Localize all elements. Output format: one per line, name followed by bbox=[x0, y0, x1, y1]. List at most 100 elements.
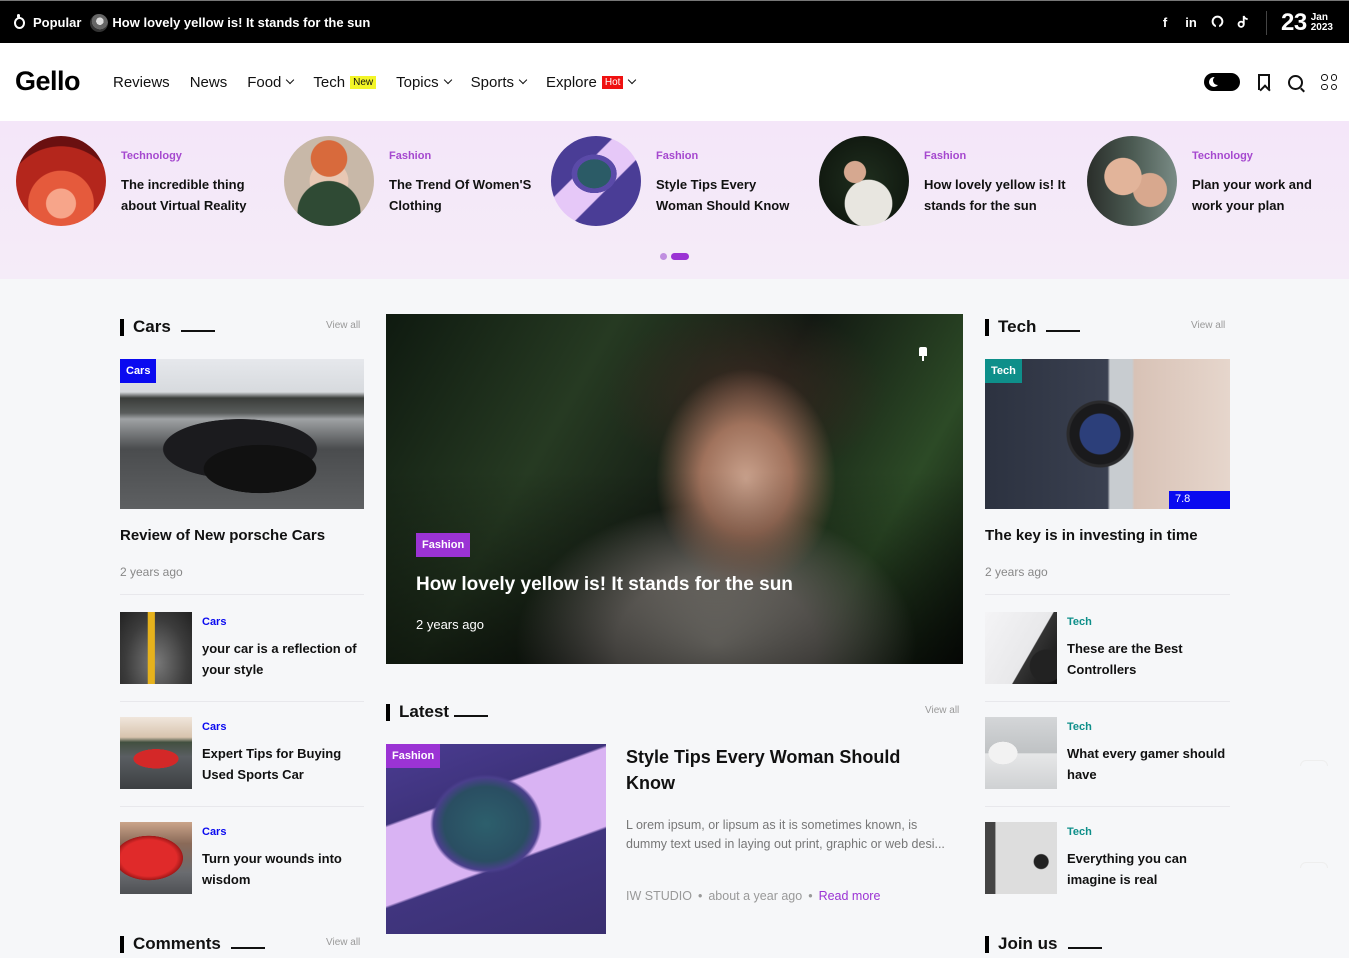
item-category[interactable]: Tech bbox=[1067, 826, 1227, 838]
section-title: Latest bbox=[399, 702, 450, 721]
popular-ticker[interactable]: Popular How lovely yellow is! It stands … bbox=[14, 1, 370, 44]
latest-tag[interactable]: Fashion bbox=[386, 744, 441, 768]
menu-item-topics[interactable]: Topics bbox=[396, 74, 452, 91]
cars-section-header: Cars bbox=[120, 317, 215, 337]
item-thumbnail bbox=[985, 822, 1057, 894]
bookmark-icon[interactable] bbox=[1258, 74, 1270, 90]
section-underline bbox=[1046, 330, 1081, 332]
new-badge: New bbox=[350, 75, 377, 89]
slide-thumbnail bbox=[819, 136, 909, 226]
divider bbox=[120, 594, 364, 595]
faint-scroll-indicator bbox=[1300, 862, 1328, 868]
cars-list-item[interactable]: Cars Expert Tips for Buying Used Sports C… bbox=[120, 717, 362, 789]
tech-featured-time: 2 years ago bbox=[985, 565, 1048, 579]
menu-item-explore[interactable]: Explore Hot bbox=[546, 73, 637, 91]
divider bbox=[985, 806, 1230, 807]
hero-title[interactable]: How lovely yellow is! It stands for the … bbox=[416, 574, 793, 596]
item-category[interactable]: Cars bbox=[202, 721, 362, 733]
comments-section-header: Comments bbox=[120, 934, 265, 954]
github-icon[interactable] bbox=[1210, 15, 1224, 31]
divider bbox=[985, 594, 1230, 595]
tech-list-item[interactable]: Tech Everything you can imagine is real bbox=[985, 822, 1227, 894]
item-title[interactable]: Everything you can imagine is real bbox=[1067, 848, 1227, 890]
article-author[interactable]: IW STUDIO bbox=[626, 889, 692, 903]
menu-item-food[interactable]: Food bbox=[247, 74, 295, 91]
slide-category[interactable]: Technology bbox=[1192, 150, 1342, 162]
slide-title[interactable]: Style Tips Every Woman Should Know bbox=[656, 174, 806, 216]
tech-list-item[interactable]: Tech What every gamer should have bbox=[985, 717, 1227, 789]
menu-item-sports[interactable]: Sports bbox=[470, 73, 528, 91]
hero-tag[interactable]: Fashion bbox=[416, 533, 471, 557]
cars-tag[interactable]: Cars bbox=[120, 359, 157, 383]
slide-title[interactable]: How lovely yellow is! It stands for the … bbox=[924, 174, 1074, 216]
slide-category[interactable]: Fashion bbox=[924, 150, 1074, 162]
slide-thumbnail bbox=[16, 136, 106, 226]
slide-item[interactable]: Fashion How lovely yellow is! It stands f… bbox=[819, 136, 1074, 226]
menu: Reviews News Food Tech New Topics Sports … bbox=[113, 43, 655, 121]
item-thumbnail bbox=[985, 612, 1057, 684]
tech-tag[interactable]: Tech bbox=[985, 359, 1022, 383]
section-marker bbox=[120, 935, 124, 953]
tech-featured-title[interactable]: The key is in investing in time bbox=[985, 527, 1198, 544]
menu-label: Explore bbox=[546, 73, 597, 91]
slide-item[interactable]: Fashion The Trend Of Women'S Clothing bbox=[284, 136, 539, 226]
slider-pagination bbox=[660, 253, 689, 260]
read-more-link[interactable]: Read more bbox=[819, 889, 881, 903]
social-links: f in bbox=[1158, 15, 1250, 31]
slide-category[interactable]: Fashion bbox=[389, 150, 539, 162]
slide-title[interactable]: The Trend Of Women'S Clothing bbox=[389, 174, 539, 216]
menu-label: Reviews bbox=[113, 73, 170, 91]
latest-article-image[interactable] bbox=[386, 744, 606, 934]
popular-headline[interactable]: How lovely yellow is! It stands for the … bbox=[112, 15, 370, 30]
cars-list-item[interactable]: Cars your car is a reflection of your sty… bbox=[120, 612, 362, 684]
item-category[interactable]: Tech bbox=[1067, 616, 1227, 628]
item-title[interactable]: These are the Best Controllers bbox=[1067, 638, 1227, 680]
item-category[interactable]: Cars bbox=[202, 616, 362, 628]
slide-title[interactable]: Plan your work and work your plan bbox=[1192, 174, 1342, 216]
linkedin-icon[interactable]: in bbox=[1184, 15, 1198, 30]
slide-item[interactable]: Fashion Style Tips Every Woman Should Kno… bbox=[551, 136, 806, 226]
slide-category[interactable]: Fashion bbox=[656, 150, 806, 162]
site-logo[interactable]: Gello bbox=[15, 66, 81, 97]
cars-featured-time: 2 years ago bbox=[120, 565, 183, 579]
menu-item-reviews[interactable]: Reviews bbox=[113, 74, 170, 91]
tech-view-all-link[interactable]: View all bbox=[1191, 320, 1225, 331]
hero-article[interactable]: Fashion How lovely yellow is! It stands … bbox=[386, 314, 963, 664]
menu-item-news[interactable]: News bbox=[190, 74, 228, 91]
popular-label: Popular bbox=[33, 15, 82, 30]
latest-view-all-link[interactable]: View all bbox=[925, 705, 959, 716]
slide-title[interactable]: The incredible thing about Virtual Reali… bbox=[121, 174, 271, 216]
item-title[interactable]: Turn your wounds into wisdom bbox=[202, 848, 362, 890]
facebook-icon[interactable]: f bbox=[1158, 15, 1172, 30]
tech-list-item[interactable]: Tech These are the Best Controllers bbox=[985, 612, 1227, 684]
item-title[interactable]: What every gamer should have bbox=[1067, 743, 1227, 785]
latest-article-title[interactable]: Style Tips Every Woman Should Know bbox=[626, 744, 926, 796]
section-marker bbox=[120, 318, 124, 336]
item-category[interactable]: Tech bbox=[1067, 721, 1227, 733]
comments-view-all-link[interactable]: View all bbox=[326, 937, 360, 948]
headline-avatar bbox=[90, 13, 109, 32]
menu-label: Tech bbox=[313, 73, 346, 91]
search-icon[interactable] bbox=[1288, 74, 1303, 90]
dark-mode-toggle[interactable] bbox=[1204, 73, 1240, 91]
cars-list-item[interactable]: Cars Turn your wounds into wisdom bbox=[120, 822, 362, 894]
apps-grid-icon[interactable] bbox=[1321, 74, 1337, 90]
menu-label: Sports bbox=[470, 73, 514, 91]
cars-featured-image[interactable] bbox=[120, 359, 364, 509]
slide-item[interactable]: Technology Plan your work and work your p… bbox=[1087, 136, 1342, 226]
divider bbox=[1266, 10, 1268, 35]
item-category[interactable]: Cars bbox=[202, 826, 362, 838]
slider-dot-active[interactable] bbox=[671, 253, 689, 260]
item-title[interactable]: Expert Tips for Buying Used Sports Car bbox=[202, 743, 362, 785]
cars-featured-title[interactable]: Review of New porsche Cars bbox=[120, 527, 325, 544]
item-title[interactable]: your car is a reflection of your style bbox=[202, 638, 362, 680]
menu-item-tech[interactable]: Tech New bbox=[313, 73, 377, 91]
slider-dot[interactable] bbox=[660, 253, 667, 260]
slide-category[interactable]: Technology bbox=[121, 150, 271, 162]
pin-icon[interactable] bbox=[919, 347, 927, 361]
tiktok-icon[interactable] bbox=[1236, 15, 1250, 31]
divider bbox=[120, 806, 364, 807]
slide-item[interactable]: Technology The incredible thing about Vir… bbox=[16, 136, 271, 226]
chevron-down-icon bbox=[518, 75, 528, 85]
cars-view-all-link[interactable]: View all bbox=[326, 320, 360, 331]
